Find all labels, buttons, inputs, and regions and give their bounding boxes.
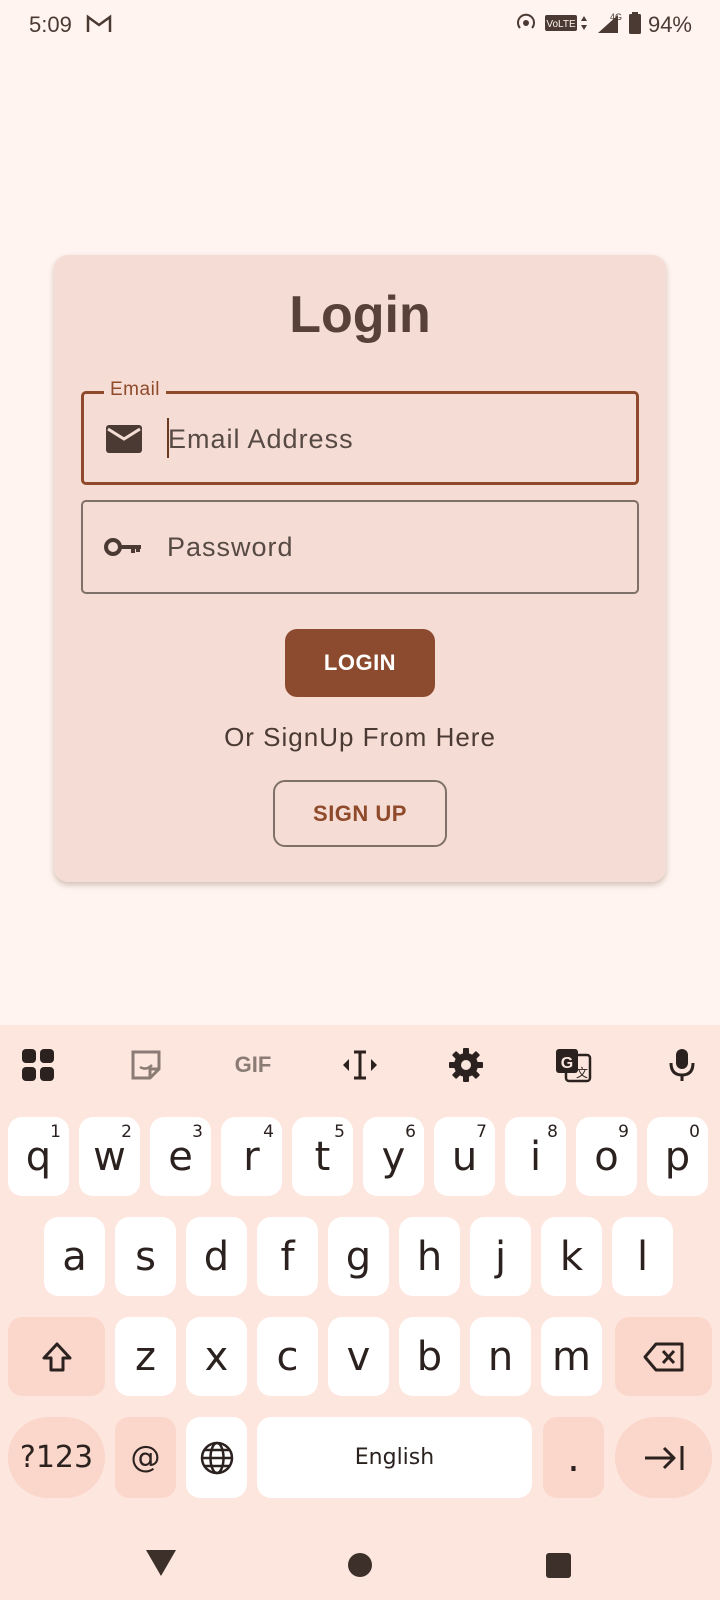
keyboard-toolbar: GIF G文 xyxy=(0,1025,720,1105)
key-u[interactable]: u7 xyxy=(434,1117,495,1196)
sticker-icon[interactable] xyxy=(126,1045,166,1085)
email-label: Email xyxy=(104,379,167,401)
key-hint: 8 xyxy=(547,1122,558,1142)
email-field[interactable]: Email xyxy=(81,379,639,485)
page-title: Login xyxy=(289,286,431,344)
language-key[interactable] xyxy=(186,1417,247,1498)
password-field[interactable] xyxy=(81,500,639,594)
key-f[interactable]: f xyxy=(257,1217,318,1296)
settings-icon[interactable] xyxy=(446,1045,486,1085)
on-screen-keyboard: GIF G文 q1w2e3r4t5y6u7i8o9p0 asdfghjkl zx… xyxy=(0,1025,720,1530)
key-label: p xyxy=(664,1133,691,1180)
backspace-key[interactable] xyxy=(615,1317,712,1396)
space-key[interactable]: English xyxy=(257,1417,532,1498)
key-w[interactable]: w2 xyxy=(79,1117,140,1196)
login-card: Login Email LOGIN Or SignUp From Here SI… xyxy=(54,255,666,882)
key-hint: 3 xyxy=(192,1122,203,1142)
period-key[interactable]: . xyxy=(543,1417,604,1498)
key-label: r xyxy=(243,1133,260,1180)
key-t[interactable]: t5 xyxy=(292,1117,353,1196)
key-label: y xyxy=(381,1133,406,1180)
key-j[interactable]: j xyxy=(470,1217,531,1296)
key-e[interactable]: e3 xyxy=(150,1117,211,1196)
symbols-key[interactable]: ?123 xyxy=(8,1417,105,1498)
key-z[interactable]: z xyxy=(115,1317,176,1396)
key-s[interactable]: s xyxy=(115,1217,176,1296)
key-hint: 4 xyxy=(263,1122,274,1142)
key-label: t xyxy=(314,1133,331,1180)
apps-grid-icon[interactable] xyxy=(18,1045,58,1085)
shift-key[interactable] xyxy=(8,1317,105,1396)
key-hint: 5 xyxy=(334,1122,345,1142)
svg-text:G: G xyxy=(561,1055,573,1072)
key-label: u xyxy=(451,1133,478,1180)
key-label: o xyxy=(594,1133,619,1180)
key-l[interactable]: l xyxy=(612,1217,673,1296)
key-i[interactable]: i8 xyxy=(505,1117,566,1196)
key-r[interactable]: r4 xyxy=(221,1117,282,1196)
key-hint: 7 xyxy=(476,1122,487,1142)
key-g[interactable]: g xyxy=(328,1217,389,1296)
key-n[interactable]: n xyxy=(470,1317,531,1396)
shift-icon xyxy=(42,1342,71,1371)
key-m[interactable]: m xyxy=(541,1317,602,1396)
gmail-icon xyxy=(86,14,112,34)
key-hint: 2 xyxy=(121,1122,132,1142)
home-icon[interactable] xyxy=(348,1553,372,1577)
key-p[interactable]: p0 xyxy=(647,1117,708,1196)
key-icon xyxy=(103,530,143,564)
at-key[interactable]: @ xyxy=(115,1417,176,1498)
globe-icon xyxy=(200,1441,233,1474)
text-caret xyxy=(167,418,169,458)
key-c[interactable]: c xyxy=(257,1317,318,1396)
email-input[interactable] xyxy=(168,414,618,464)
translate-icon[interactable]: G文 xyxy=(553,1045,593,1085)
volte-label: VoLTE xyxy=(546,19,576,30)
key-x[interactable]: x xyxy=(186,1317,247,1396)
backspace-icon xyxy=(643,1342,683,1371)
key-q[interactable]: q1 xyxy=(8,1117,69,1196)
status-bar: 5:09 VoLTE 4G 94% xyxy=(0,0,720,50)
key-o[interactable]: o9 xyxy=(576,1117,637,1196)
key-hint: 1 xyxy=(50,1122,61,1142)
tab-next-icon xyxy=(644,1445,683,1470)
key-k[interactable]: k xyxy=(541,1217,602,1296)
key-label: i xyxy=(529,1133,542,1180)
back-icon[interactable] xyxy=(146,1550,176,1576)
status-time: 5:09 xyxy=(29,12,72,37)
login-button[interactable]: LOGIN xyxy=(285,629,435,697)
hotspot-icon xyxy=(514,11,538,40)
navigation-bar xyxy=(0,1530,720,1600)
key-b[interactable]: b xyxy=(399,1317,460,1396)
password-input[interactable] xyxy=(167,522,617,572)
gif-label: GIF xyxy=(234,1052,272,1077)
key-y[interactable]: y6 xyxy=(363,1117,424,1196)
signup-button[interactable]: SIGN UP xyxy=(273,780,447,847)
signup-prompt: Or SignUp From Here xyxy=(224,722,496,752)
volte-icon: VoLTE xyxy=(544,12,590,39)
key-a[interactable]: a xyxy=(44,1217,105,1296)
key-hint: 6 xyxy=(405,1122,416,1142)
key-h[interactable]: h xyxy=(399,1217,460,1296)
key-v[interactable]: v xyxy=(328,1317,389,1396)
svg-text:文: 文 xyxy=(576,1065,588,1080)
next-key[interactable] xyxy=(615,1417,712,1498)
key-d[interactable]: d xyxy=(186,1217,247,1296)
battery-icon xyxy=(628,11,642,40)
gif-icon[interactable]: GIF xyxy=(231,1045,275,1085)
key-label: q xyxy=(25,1133,52,1180)
microphone-icon[interactable] xyxy=(662,1045,702,1085)
mail-icon xyxy=(104,422,144,456)
key-label: e xyxy=(168,1133,193,1180)
key-hint: 9 xyxy=(618,1122,629,1142)
signal-icon: 4G xyxy=(596,11,622,40)
key-hint: 0 xyxy=(689,1122,700,1142)
text-cursor-icon[interactable] xyxy=(340,1045,380,1085)
recents-icon[interactable] xyxy=(546,1553,571,1578)
battery-percent: 94% xyxy=(647,12,692,37)
status-icons: VoLTE 4G 94% xyxy=(514,10,692,40)
